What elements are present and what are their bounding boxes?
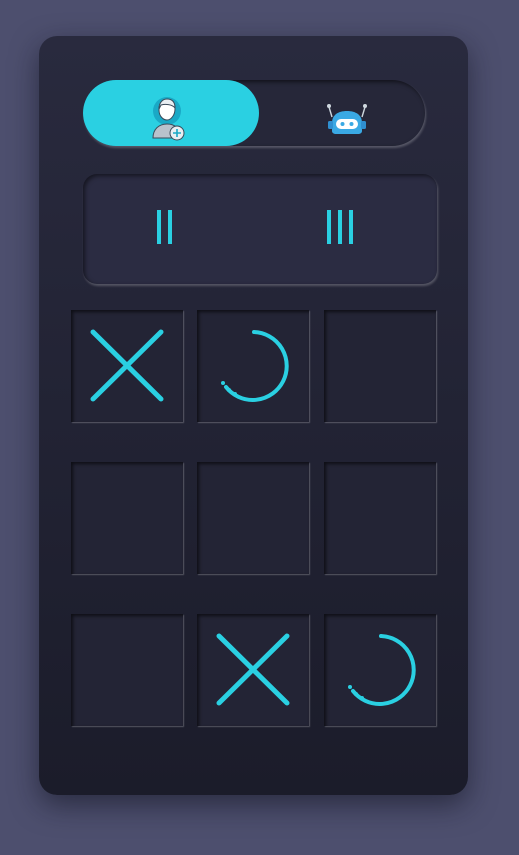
board-cell-8[interactable] bbox=[197, 614, 309, 726]
board-cell-1[interactable] bbox=[71, 310, 183, 422]
score-bot-tally bbox=[327, 208, 355, 248]
tally-mark bbox=[338, 210, 342, 244]
robot-icon bbox=[327, 104, 367, 134]
board-cell-9[interactable] bbox=[324, 614, 436, 726]
x-mark-icon bbox=[216, 633, 290, 706]
tally-mark bbox=[327, 210, 331, 244]
o-mark-icon bbox=[348, 634, 416, 706]
board-cell-6[interactable] bbox=[324, 462, 436, 574]
mode-toggle bbox=[83, 80, 425, 146]
tally-mark bbox=[157, 210, 161, 244]
x-mark-icon bbox=[90, 329, 164, 402]
board-cell-5[interactable] bbox=[197, 462, 309, 574]
tally-mark bbox=[349, 210, 353, 244]
mode-button-bot[interactable] bbox=[259, 80, 425, 146]
tally-mark bbox=[168, 210, 172, 244]
user-add-icon bbox=[152, 97, 185, 141]
score-human-tally bbox=[157, 208, 174, 248]
game-card bbox=[39, 36, 468, 795]
mode-button-human[interactable] bbox=[83, 80, 259, 146]
board-cell-3[interactable] bbox=[324, 310, 436, 422]
board-cell-2[interactable] bbox=[197, 310, 309, 422]
board-cell-7[interactable] bbox=[71, 614, 183, 726]
o-mark-icon bbox=[221, 330, 289, 402]
board-cell-4[interactable] bbox=[71, 462, 183, 574]
scoreboard bbox=[83, 174, 437, 284]
